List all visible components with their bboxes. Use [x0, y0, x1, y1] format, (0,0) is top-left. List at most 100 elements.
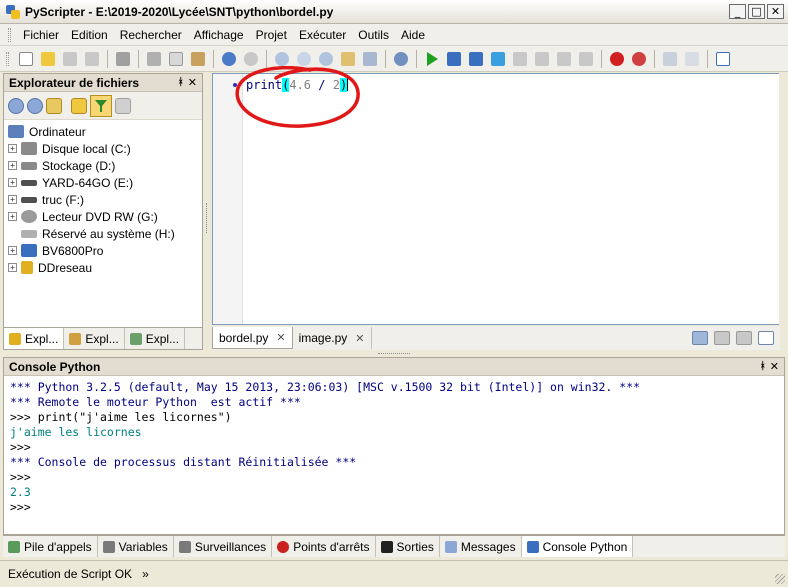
- view-button[interactable]: [360, 49, 380, 69]
- forward-button[interactable]: [682, 49, 702, 69]
- menu-rechercher[interactable]: Rechercher: [114, 28, 188, 42]
- forward-icon[interactable]: [27, 97, 43, 114]
- minimize-button[interactable]: _: [729, 4, 746, 19]
- tree-item[interactable]: + BV6800Pro: [8, 242, 198, 259]
- favorites-icon[interactable]: [71, 97, 87, 114]
- settings-icon[interactable]: [115, 97, 131, 114]
- save-all-button[interactable]: [82, 49, 102, 69]
- split-horizontal-icon[interactable]: [736, 331, 752, 345]
- tab-label: Surveillances: [194, 539, 267, 554]
- tab-call-stack[interactable]: Pile d'appels: [3, 536, 98, 557]
- run-button[interactable]: [422, 49, 442, 69]
- tree-item[interactable]: Ordinateur: [8, 123, 198, 140]
- expand-toggle[interactable]: +: [8, 195, 17, 204]
- menu-affichage[interactable]: Affichage: [188, 28, 250, 42]
- expand-toggle[interactable]: +: [8, 178, 17, 187]
- back-button[interactable]: [660, 49, 680, 69]
- redo-button[interactable]: [241, 49, 261, 69]
- tab-image-py[interactable]: image.py ✕: [293, 327, 372, 349]
- hard-drive-icon: [21, 229, 37, 238]
- paste-button[interactable]: [188, 49, 208, 69]
- undo-button[interactable]: [219, 49, 239, 69]
- pin-icon[interactable]: ᚼ: [760, 361, 766, 372]
- syntax-check-button[interactable]: [391, 49, 411, 69]
- close-window-button[interactable]: ✕: [767, 4, 784, 19]
- menu-fichier[interactable]: Fichier: [17, 28, 65, 42]
- tab-list-icon[interactable]: [692, 331, 708, 345]
- copy-button[interactable]: [166, 49, 186, 69]
- tab-messages[interactable]: Messages: [440, 536, 522, 557]
- close-tab-icon[interactable]: ✕: [355, 332, 364, 345]
- menu-edition[interactable]: Edition: [65, 28, 114, 42]
- layouts-button[interactable]: [713, 49, 733, 69]
- code-editor[interactable]: print(4.6 / 2): [212, 73, 788, 325]
- pin-icon[interactable]: ᚼ: [178, 77, 184, 88]
- run-to-cursor-button[interactable]: [532, 49, 552, 69]
- tab-output[interactable]: Sorties: [376, 536, 440, 557]
- tab-variables[interactable]: Variables: [98, 536, 174, 557]
- status-chevron-icon[interactable]: »: [142, 567, 149, 581]
- tab-watches[interactable]: Surveillances: [174, 536, 273, 557]
- menu-executer[interactable]: Exécuter: [293, 28, 352, 42]
- open-file-button[interactable]: [38, 49, 58, 69]
- close-panel-icon[interactable]: ✕: [770, 360, 779, 373]
- menu-projet[interactable]: Projet: [250, 28, 293, 42]
- back-icon[interactable]: [8, 97, 24, 114]
- tab-breakpoints[interactable]: Points d'arrêts: [272, 536, 376, 557]
- pause-button[interactable]: [554, 49, 574, 69]
- tab-bordel-py[interactable]: bordel.py ✕: [212, 327, 293, 349]
- python-console-panel[interactable]: Console Python ᚼ ✕ *** Python 3.2.5 (def…: [3, 357, 785, 535]
- stop-button[interactable]: [576, 49, 596, 69]
- find-button[interactable]: [272, 49, 292, 69]
- tree-item[interactable]: + Disque local (C:): [8, 140, 198, 157]
- print-button[interactable]: [113, 49, 133, 69]
- step-out-button[interactable]: [510, 49, 530, 69]
- tree-item[interactable]: + Lecteur DVD RW (G:): [8, 208, 198, 225]
- tree-item[interactable]: + Stockage (D:): [8, 157, 198, 174]
- replace-button[interactable]: [316, 49, 336, 69]
- code-line[interactable]: print(4.6 / 2): [246, 78, 349, 92]
- tab-label: Pile d'appels: [24, 539, 92, 554]
- cut-button[interactable]: [144, 49, 164, 69]
- step-over-button[interactable]: [488, 49, 508, 69]
- tree-item[interactable]: + DDreseau: [8, 259, 198, 276]
- close-panel-icon[interactable]: ✕: [188, 76, 197, 89]
- step-into-button[interactable]: [466, 49, 486, 69]
- expand-toggle[interactable]: +: [8, 144, 17, 153]
- expand-toggle[interactable]: +: [8, 263, 17, 272]
- tab-code-explorer[interactable]: Expl...: [125, 328, 186, 349]
- menu-aide[interactable]: Aide: [395, 28, 431, 42]
- expand-toggle[interactable]: +: [8, 161, 17, 170]
- save-button[interactable]: [60, 49, 80, 69]
- editor-gutter[interactable]: [213, 74, 243, 324]
- maximize-button[interactable]: □: [748, 4, 765, 19]
- tree-item-label: Stockage (D:): [42, 158, 116, 173]
- close-tab-icon[interactable]: ✕: [276, 331, 285, 344]
- vertical-splitter[interactable]: [204, 73, 210, 350]
- new-file-button[interactable]: [16, 49, 36, 69]
- editor-scrollbar[interactable]: [779, 73, 788, 325]
- folder-up-icon[interactable]: [46, 97, 62, 114]
- find-in-files-button[interactable]: [338, 49, 358, 69]
- tree-item[interactable]: + YARD-64GO (E:): [8, 174, 198, 191]
- debug-button[interactable]: [444, 49, 464, 69]
- console-output[interactable]: *** Python 3.2.5 (default, May 15 2013, …: [4, 376, 784, 519]
- menu-outils[interactable]: Outils: [352, 28, 395, 42]
- resize-grip[interactable]: [775, 574, 785, 584]
- filter-button[interactable]: [90, 94, 112, 117]
- expand-toggle[interactable]: +: [8, 212, 17, 221]
- tab-project-explorer[interactable]: Expl...: [64, 328, 125, 349]
- toggle-breakpoint-button[interactable]: [607, 49, 627, 69]
- tree-item[interactable]: Réservé au système (H:): [8, 225, 198, 242]
- tab-file-explorer[interactable]: Expl...: [4, 328, 65, 349]
- usb-drive-icon: [21, 179, 37, 186]
- clear-breakpoints-button[interactable]: [629, 49, 649, 69]
- expand-toggle[interactable]: +: [8, 246, 17, 255]
- pause-icon: [557, 51, 571, 66]
- horizontal-splitter[interactable]: [0, 350, 788, 357]
- tree-item[interactable]: + truc (F:): [8, 191, 198, 208]
- new-editor-icon[interactable]: [758, 331, 774, 345]
- find-next-button[interactable]: [294, 49, 314, 69]
- tab-python-console[interactable]: Console Python: [521, 536, 634, 557]
- split-view-icon[interactable]: [714, 331, 730, 345]
